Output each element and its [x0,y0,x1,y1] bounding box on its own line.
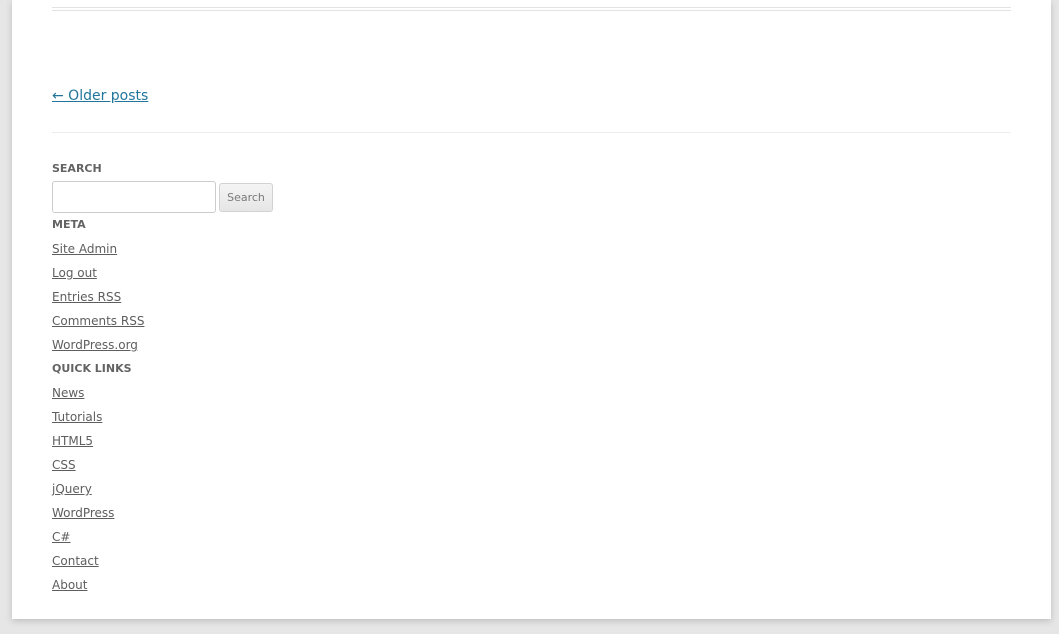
meta-link-log-out[interactable]: Log out [52,265,97,281]
top-divider [52,7,1011,8]
quick-link-css[interactable]: CSS [52,457,76,473]
quick-link-wordpress[interactable]: WordPress [52,505,114,521]
quick-links-widget-title: QUICK LINKS [52,362,132,375]
quick-link-html5[interactable]: HTML5 [52,433,93,449]
footer-divider [52,132,1011,133]
meta-link-comments-rss[interactable]: Comments RSS [52,313,144,329]
meta-widget-title: META [52,218,86,231]
content-page: ← Older posts SEARCH Search META Site Ad… [12,0,1051,619]
older-posts-link[interactable]: ← Older posts [52,86,148,106]
search-button[interactable]: Search [219,183,273,212]
quick-link-contact[interactable]: Contact [52,553,99,569]
quick-link-tutorials[interactable]: Tutorials [52,409,102,425]
quick-link-about[interactable]: About [52,577,87,593]
quick-link-news[interactable]: News [52,385,84,401]
quick-link-jquery[interactable]: jQuery [52,481,92,497]
top-divider-secondary [52,10,1011,11]
meta-link-entries-rss[interactable]: Entries RSS [52,289,121,305]
search-input[interactable] [52,181,216,213]
quick-link-csharp[interactable]: C# [52,529,70,545]
meta-link-wordpress-org[interactable]: WordPress.org [52,337,138,353]
meta-link-site-admin[interactable]: Site Admin [52,241,117,257]
search-widget-title: SEARCH [52,162,102,175]
